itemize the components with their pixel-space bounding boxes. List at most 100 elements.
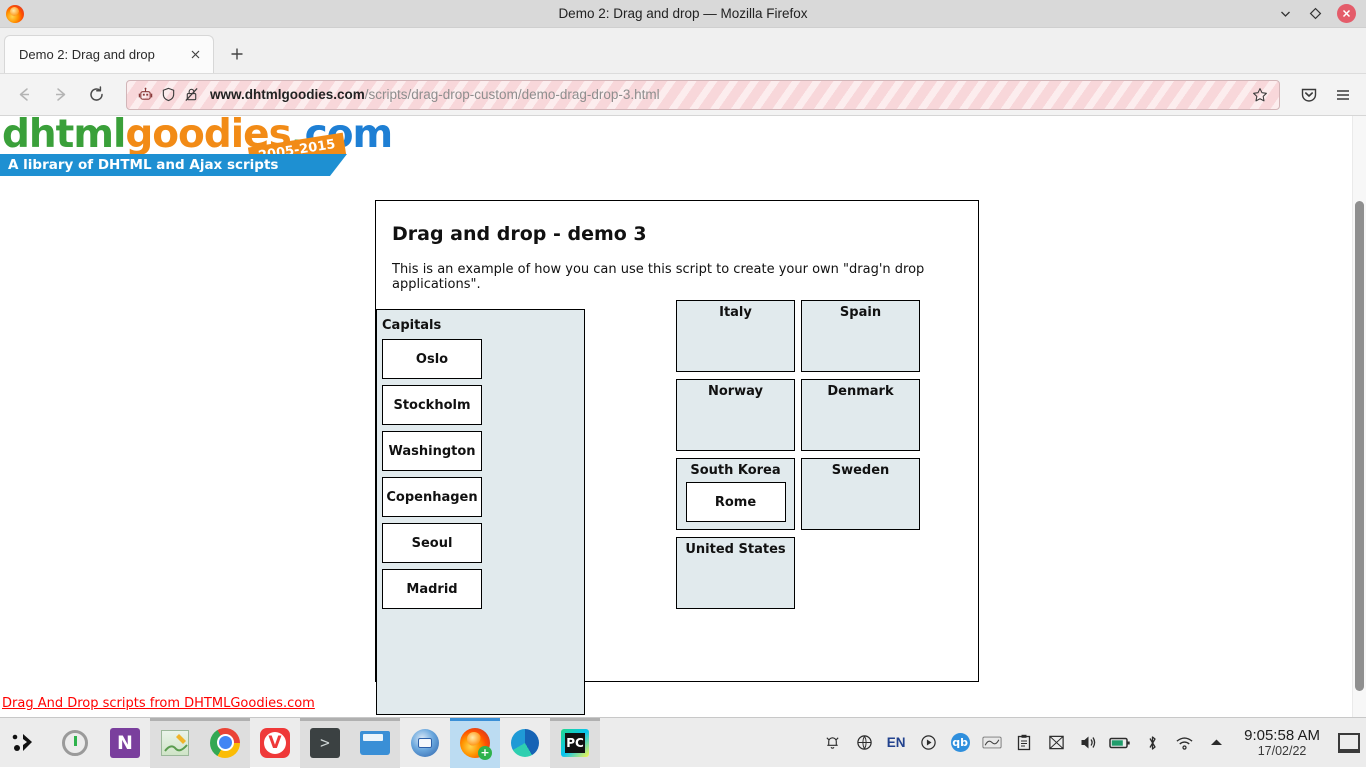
app-menu-button[interactable] (1328, 80, 1358, 110)
lock-disabled-icon[interactable] (181, 85, 201, 105)
taskbar-item-pycharm[interactable] (550, 717, 600, 768)
tab-title: Demo 2: Drag and drop (19, 47, 155, 62)
pocket-button[interactable] (1294, 80, 1324, 110)
tab-strip: Demo 2: Drag and drop (0, 28, 1366, 74)
file-manager-icon (360, 730, 390, 755)
clock-app-icon (62, 729, 88, 756)
close-button[interactable] (1337, 4, 1356, 23)
taskbar-item-firefox[interactable]: + (450, 717, 500, 768)
taskbar-clock[interactable]: 9:05:58 AM 17/02/22 (1232, 727, 1332, 759)
logo-part-dhtml: dhtml (2, 116, 126, 157)
bookmark-star-icon[interactable] (1249, 84, 1271, 106)
drag-item[interactable]: Seoul (382, 523, 482, 563)
language-indicator[interactable]: EN (880, 718, 912, 768)
dropped-item[interactable]: Rome (685, 482, 786, 522)
forward-button[interactable] (44, 80, 76, 110)
drag-item[interactable]: Washington (382, 431, 482, 471)
target-country-label: United States (685, 542, 786, 557)
drag-item[interactable]: Copenhagen (382, 477, 482, 517)
vivaldi-icon (260, 727, 290, 758)
thunderbird-icon (411, 728, 439, 757)
system-tray: EN qb 9:05:58 AM 17/02/22 (816, 718, 1366, 768)
url-path: /scripts/drag-drop-custom/demo-drag-drop… (364, 87, 660, 102)
clock-time: 9:05:58 AM (1244, 726, 1320, 744)
demo-frame: Drag and drop - demo 3 This is an exampl… (375, 200, 979, 715)
page-viewport: dhtmlgoodies.com 2005-2015 A library of … (0, 116, 1366, 717)
shield-icon[interactable] (158, 85, 178, 105)
browser-tab[interactable]: Demo 2: Drag and drop (4, 35, 214, 73)
drop-target-spain[interactable]: Spain (801, 300, 920, 372)
target-row: South Korea Rome Sweden (676, 458, 926, 537)
drag-item[interactable]: Stockholm (382, 385, 482, 425)
new-tab-button[interactable] (222, 39, 252, 69)
capitals-label: Capitals (382, 318, 442, 333)
target-country-label: Norway (707, 384, 764, 399)
tray-expand-icon[interactable] (1200, 718, 1232, 768)
media-play-icon[interactable] (912, 718, 944, 768)
taskbar-item-clock-app[interactable] (50, 718, 100, 768)
target-row: Norway Denmark (676, 379, 926, 458)
paint-icon (161, 729, 189, 756)
target-country-label: Denmark (827, 384, 894, 399)
network-info-icon[interactable] (848, 718, 880, 768)
chrome-icon (210, 727, 240, 758)
taskbar-item-chrome[interactable] (200, 717, 250, 768)
site-header: dhtmlgoodies.com 2005-2015 A library of … (0, 116, 393, 178)
drop-target-italy[interactable]: Italy (676, 300, 795, 372)
firefox-icon: + (460, 727, 492, 760)
taskbar-item-thunderbird[interactable] (400, 718, 450, 768)
drag-item[interactable]: Oslo (382, 339, 482, 379)
banner-tip-shape (330, 154, 347, 176)
window-controls (1277, 4, 1366, 23)
taskbar-item-app-launcher[interactable] (0, 718, 50, 768)
taskbar-item-vivaldi[interactable] (250, 718, 300, 768)
reload-button[interactable] (80, 80, 112, 110)
notifications-icon[interactable] (816, 718, 848, 768)
battery-icon[interactable] (1104, 718, 1136, 768)
app-launcher-icon (11, 730, 39, 756)
url-domain: www.dhtmlgoodies.com (210, 87, 365, 102)
navigation-toolbar: www.dhtmlgoodies.com/scripts/drag-drop-c… (0, 74, 1366, 116)
volume-icon[interactable] (1072, 718, 1104, 768)
drop-target-norway[interactable]: Norway (676, 379, 795, 451)
taskbar-item-onenote[interactable]: N (100, 718, 150, 768)
drop-target-denmark[interactable]: Denmark (801, 379, 920, 451)
screenshot-icon[interactable] (1040, 718, 1072, 768)
target-row: Italy Spain (676, 300, 926, 379)
window-title: Demo 2: Drag and drop — Mozilla Firefox (558, 6, 808, 21)
graph-icon[interactable] (976, 718, 1008, 768)
target-country-label: Spain (839, 305, 882, 320)
drop-target-united-states[interactable]: United States (676, 537, 795, 609)
page-title: Drag and drop - demo 3 (392, 223, 647, 245)
show-desktop-button[interactable] (1338, 732, 1360, 753)
back-button[interactable] (8, 80, 40, 110)
firefox-badge: + (478, 745, 492, 760)
maximize-button[interactable] (1307, 6, 1323, 22)
site-tagline: A library of DHTML and Ajax scripts (0, 154, 330, 176)
taskbar-item-terminal[interactable]: > (300, 717, 350, 768)
drag-item[interactable]: Madrid (382, 569, 482, 609)
taskbar: N > + (0, 717, 1366, 768)
qbittorrent-icon[interactable]: qb (944, 718, 976, 768)
footer-link[interactable]: Drag And Drop scripts from DHTMLGoodies.… (2, 696, 315, 711)
capitals-container[interactable]: Capitals Oslo Stockholm Washington Copen… (376, 309, 585, 715)
page-description: This is an example of how you can use th… (392, 262, 925, 292)
taskbar-item-edge[interactable] (500, 718, 550, 768)
tab-close-icon[interactable] (185, 45, 205, 65)
url-text: www.dhtmlgoodies.com/scripts/drag-drop-c… (210, 87, 1249, 102)
vertical-scrollbar[interactable] (1352, 116, 1366, 717)
minimize-button[interactable] (1277, 6, 1293, 22)
scrollbar-thumb[interactable] (1355, 201, 1364, 691)
url-bar[interactable]: www.dhtmlgoodies.com/scripts/drag-drop-c… (126, 79, 1280, 110)
target-country-label: Sweden (831, 463, 890, 478)
drop-target-sweden[interactable]: Sweden (801, 458, 920, 530)
clock-date: 17/02/22 (1257, 743, 1307, 758)
drop-target-south-korea[interactable]: South Korea Rome (676, 458, 795, 530)
wifi-icon[interactable] (1168, 718, 1200, 768)
bluetooth-icon[interactable] (1136, 718, 1168, 768)
clipboard-icon[interactable] (1008, 718, 1040, 768)
terminal-icon: > (310, 727, 340, 758)
taskbar-item-paint[interactable] (150, 717, 200, 768)
taskbar-item-file-manager[interactable] (350, 717, 400, 768)
web-page: dhtmlgoodies.com 2005-2015 A library of … (0, 116, 1352, 717)
